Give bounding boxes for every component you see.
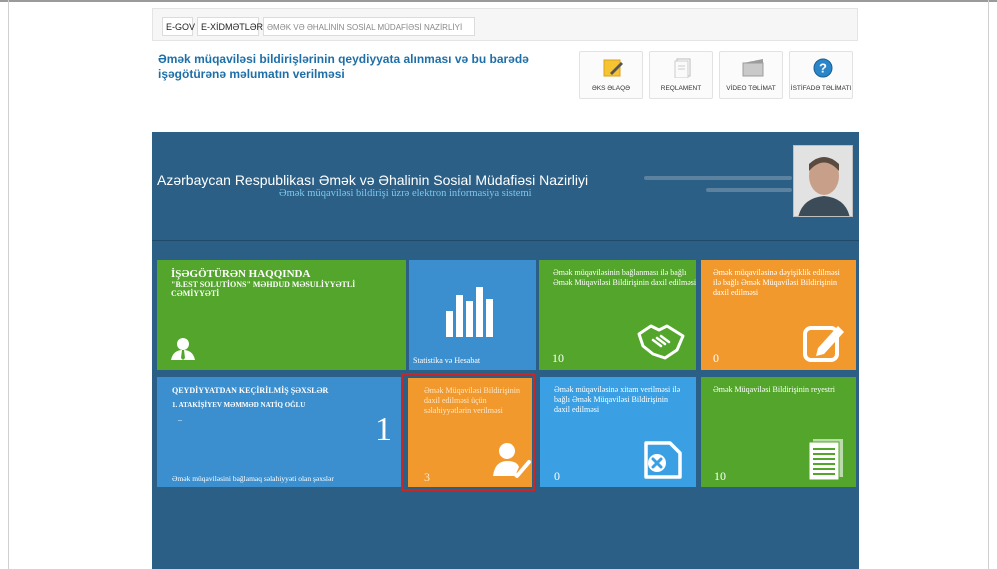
reglament-button[interactable]: REQLAMENT xyxy=(649,51,713,99)
edit-icon xyxy=(802,320,846,369)
registered-heading: QEYDİYYATDAN KEÇİRİLMİŞ ŞƏXSLƏR xyxy=(172,386,329,395)
tile-registry[interactable]: Əmək Müqaviləsi Bildirişinin reyestri 10 xyxy=(701,377,856,487)
feedback-button[interactable]: ƏKS ƏLAQƏ xyxy=(579,51,643,99)
bar-chart-icon xyxy=(446,281,494,342)
handshake-icon xyxy=(637,320,685,367)
documents-stack-icon xyxy=(803,437,847,486)
contract-submit-label: Əmək müqaviləsinin bağlanması ilə bağlı … xyxy=(553,268,696,287)
document-icon xyxy=(672,58,694,79)
frame-border-left xyxy=(8,0,9,569)
employer-company: "B.EST SOLUTİONS" MƏHDUD MƏSULİYYƏTLİ CƏ… xyxy=(171,280,356,298)
reglament-label: REQLAMENT xyxy=(660,85,702,92)
registered-footer: Əmək müqaviləsini bağlamaq səlahiyyəti o… xyxy=(172,474,334,483)
registry-count: 10 xyxy=(714,469,726,483)
system-subtitle: Əmək müqaviləsi bildirişi üzrə elektron … xyxy=(279,188,532,199)
video-tutorial-button[interactable]: VİDEO TƏLİMAT xyxy=(719,51,783,99)
tile-registered-persons[interactable]: QEYDİYYATDAN KEÇİRİLMİŞ ŞƏXSLƏR 1. ATAKİ… xyxy=(157,377,401,487)
contract-terminate-count: 0 xyxy=(554,469,560,483)
feedback-label: ƏKS ƏLAQƏ xyxy=(591,85,631,92)
breadcrumb: E-GOV E-XİDMƏTLƏR ƏMƏK VƏ ƏHALİNİN SOSİA… xyxy=(152,8,858,41)
user-avatar[interactable] xyxy=(793,145,853,217)
registered-dash: – xyxy=(178,415,182,424)
window-top-border xyxy=(0,0,997,2)
page-title: Əmək müqaviləsi bildirişlərinin qeydiyya… xyxy=(158,52,529,81)
contract-change-count: 0 xyxy=(713,351,719,365)
selection-highlight xyxy=(401,373,535,491)
header-banner: Azərbaycan Respublikası Əmək və Əhalinin… xyxy=(152,132,859,241)
registry-label: Əmək Müqaviləsi Bildirişinin reyestri xyxy=(713,385,835,394)
page-container: E-GOV E-XİDMƏTLƏR ƏMƏK VƏ ƏHALİNİN SOSİA… xyxy=(152,4,859,569)
tile-employer-info[interactable]: İŞƏGÖTÜRƏN HAQQINDA "B.EST SOLUTİONS" MƏ… xyxy=(157,260,406,370)
user-info-blurred xyxy=(644,172,792,196)
registered-person[interactable]: 1. ATAKİŞİYEV MƏMMƏD NATİQ OĞLU xyxy=(172,399,397,411)
svg-text:?: ? xyxy=(819,61,827,76)
registered-count: 1 xyxy=(375,411,392,448)
tile-statistics-reports[interactable]: Statistika və Hesabat xyxy=(409,260,536,370)
frame-border-right xyxy=(988,0,989,569)
person-icon xyxy=(171,338,195,365)
contract-change-label: Əmək müqaviləsinə dəyişiklik edilməsi il… xyxy=(713,268,840,297)
document-cancel-icon xyxy=(640,437,684,486)
note-pencil-icon xyxy=(602,58,624,78)
tile-contract-submit[interactable]: Əmək müqaviləsinin bağlanması ilə bağlı … xyxy=(539,260,696,370)
breadcrumb-ministry[interactable]: ƏMƏK VƏ ƏHALİNİN SOSİAL MÜDAFİƏSİ NAZİRL… xyxy=(263,17,475,36)
employer-heading: İŞƏGÖTÜRƏN HAQQINDA xyxy=(171,268,311,280)
help-icon: ? xyxy=(812,58,834,78)
tile-contract-change[interactable]: Əmək müqaviləsinə dəyişiklik edilməsi il… xyxy=(701,260,856,370)
breadcrumb-egov[interactable]: E-GOV xyxy=(162,17,195,36)
user-guide-label: İSTİFADƏ TƏLİMATI xyxy=(790,85,852,92)
breadcrumb-services[interactable]: E-XİDMƏTLƏR xyxy=(197,17,263,36)
user-guide-button[interactable]: ? İSTİFADƏ TƏLİMATI xyxy=(789,51,853,99)
tile-contract-terminate[interactable]: Əmək müqaviləsinə xitam verilməsi ilə ba… xyxy=(540,377,696,487)
video-icon xyxy=(742,57,764,78)
statistics-label: Statistika və Hesabat xyxy=(413,356,481,365)
dashboard-tiles: İŞƏGÖTÜRƏN HAQQINDA "B.EST SOLUTİONS" MƏ… xyxy=(152,241,859,569)
contract-terminate-label: Əmək müqaviləsinə xitam verilməsi ilə ba… xyxy=(554,385,681,414)
video-tutorial-label: VİDEO TƏLİMAT xyxy=(726,85,776,92)
contract-submit-count: 10 xyxy=(552,351,564,365)
ministry-title: Azərbaycan Respublikası Əmək və Əhalinin… xyxy=(157,172,589,188)
